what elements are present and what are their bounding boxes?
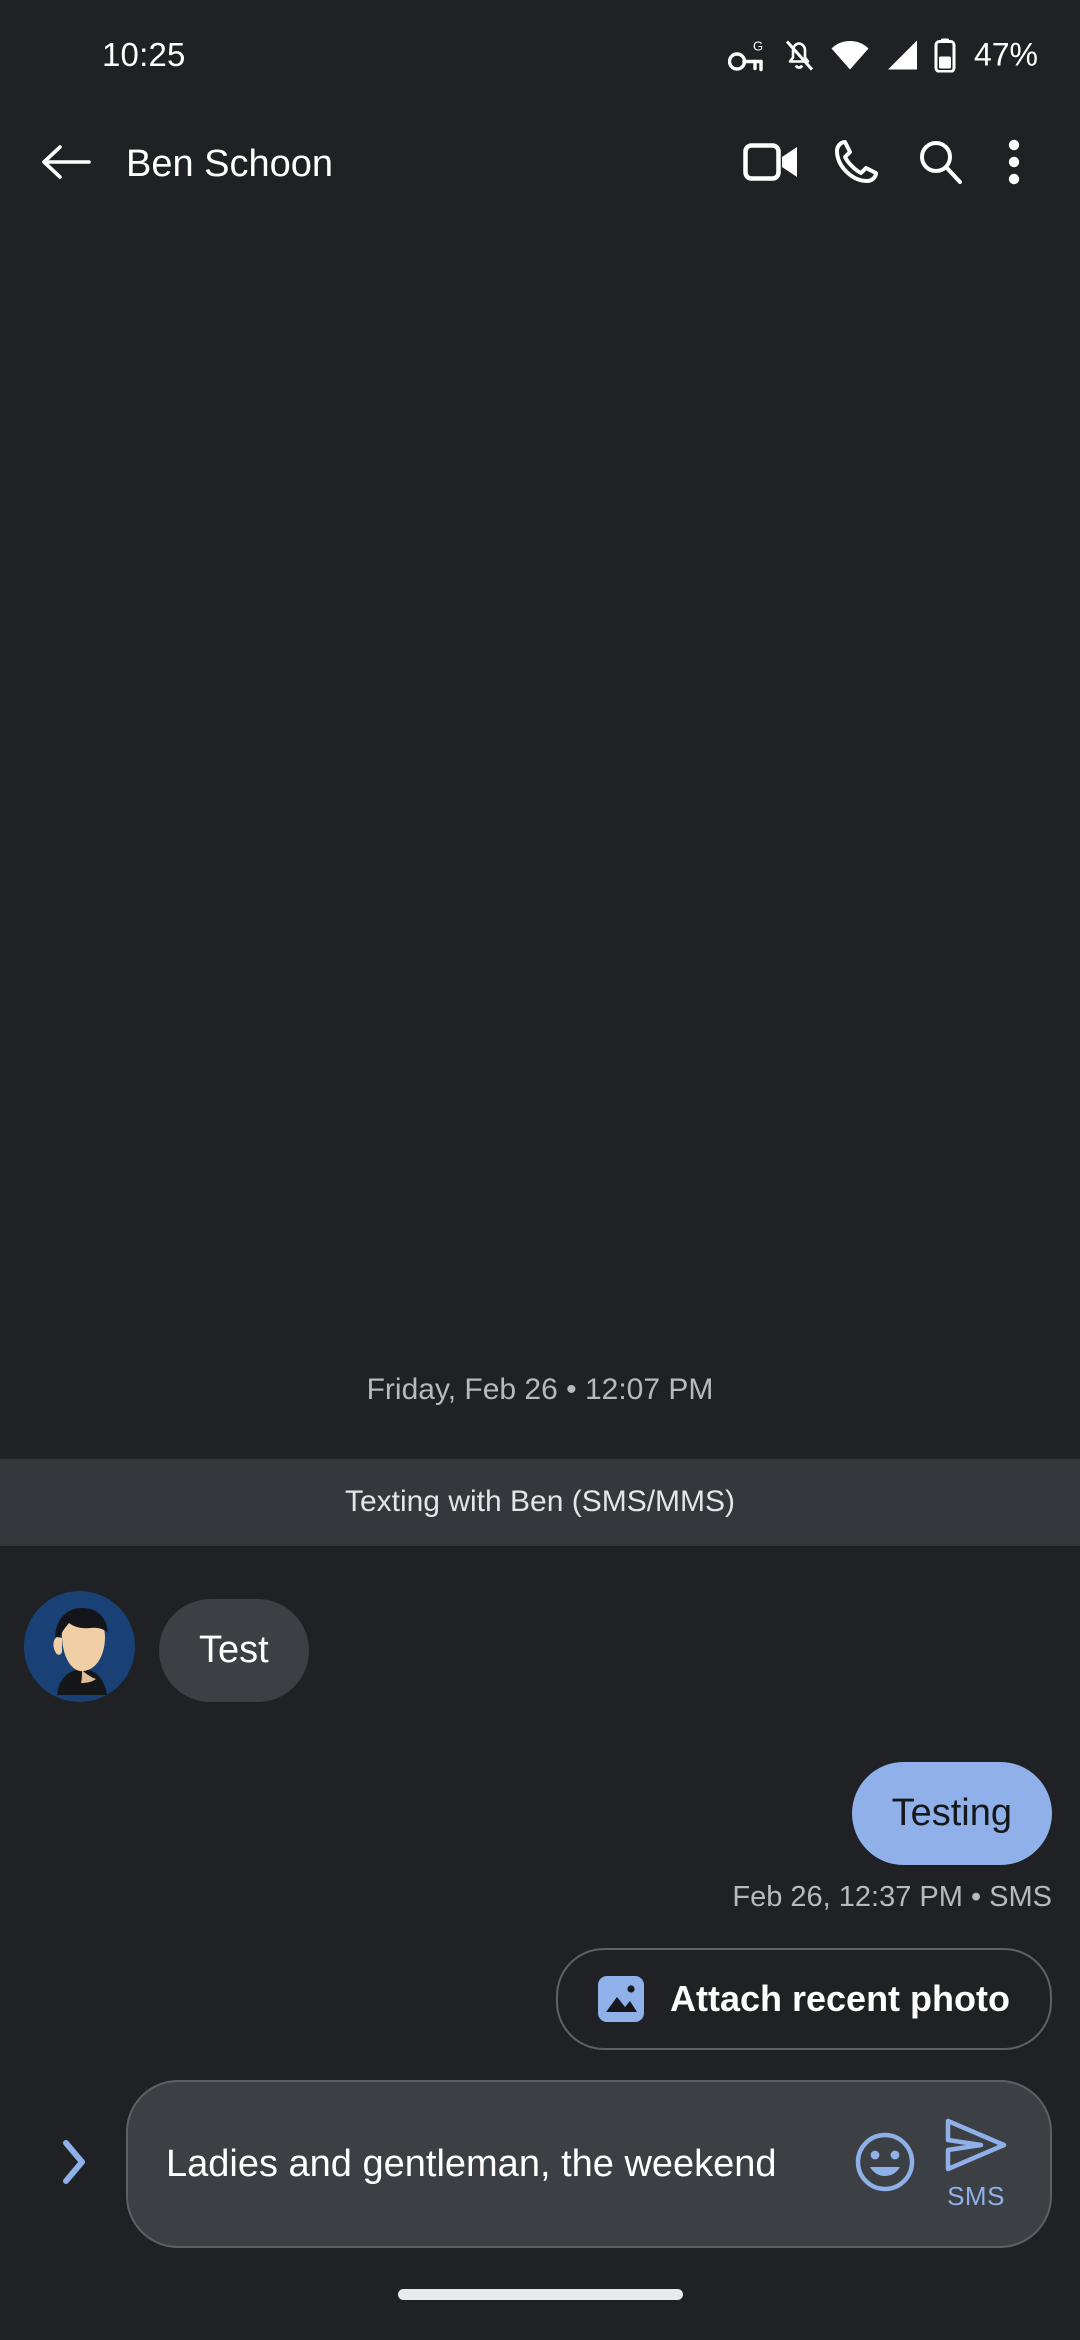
conversation-app-bar: Ben Schoon	[0, 110, 1080, 218]
compose-bar: Ladies and gentleman, the weekend SMS	[0, 2050, 1080, 2248]
service-type-banner: Texting with Ben (SMS/MMS)	[0, 1459, 1080, 1546]
gesture-nav-bar	[0, 2248, 1080, 2340]
photo-image-icon	[597, 1976, 644, 2022]
message-bubble-incoming[interactable]: Test	[159, 1599, 309, 1702]
send-button-label: SMS	[947, 2181, 1005, 2211]
chevron-right-icon	[59, 2137, 89, 2192]
suggestion-chip-row: Attach recent photo	[0, 1914, 1080, 2050]
page-title: Ben Schoon	[126, 142, 334, 185]
svg-text:G: G	[753, 38, 763, 53]
message-thread[interactable]: Friday, Feb 26 • 12:07 PM Texting with B…	[0, 218, 1080, 2050]
home-gesture-pill[interactable]	[397, 2288, 683, 2300]
wifi-icon	[830, 39, 870, 71]
arrow-back-icon	[40, 141, 92, 188]
status-bar-icons: G 47%	[727, 36, 1038, 74]
messages-conversation-screen: 10:25 G 47% Ben Schoon Friday, Feb 26 • …	[0, 0, 1080, 2340]
message-status-timestamp: Feb 26, 12:37 PM • SMS	[732, 1881, 1052, 1913]
emoji-smiley-icon	[854, 2131, 916, 2198]
emoji-button[interactable]	[846, 2125, 924, 2203]
notifications-off-icon	[782, 37, 816, 73]
send-button[interactable]: SMS	[924, 2116, 1028, 2212]
avatar[interactable]	[24, 1591, 135, 1702]
video-call-button[interactable]	[730, 122, 814, 206]
battery-icon	[934, 38, 956, 72]
message-row-incoming[interactable]: Test	[0, 1591, 1080, 1702]
attach-recent-photo-label: Attach recent photo	[669, 1978, 1010, 2019]
day-divider-timestamp: Friday, Feb 26 • 12:07 PM	[366, 1373, 714, 1406]
phone-call-icon	[832, 138, 880, 191]
overflow-menu-button[interactable]	[982, 122, 1046, 206]
search-icon	[916, 138, 964, 191]
overflow-menu-icon	[1007, 138, 1021, 191]
attach-recent-photo-chip[interactable]: Attach recent photo	[555, 1948, 1052, 2050]
status-bar-clock: 10:25	[102, 36, 186, 73]
battery-percent-label: 47%	[973, 36, 1038, 73]
phone-call-button[interactable]	[814, 122, 898, 206]
send-arrow-icon	[943, 2116, 1009, 2179]
back-button[interactable]	[28, 126, 104, 202]
expand-actions-button[interactable]	[28, 2118, 120, 2210]
search-button[interactable]	[898, 122, 982, 206]
message-row-outgoing[interactable]: Testing	[0, 1762, 1080, 1865]
video-call-icon	[743, 141, 801, 188]
status-bar: 10:25 G 47%	[0, 0, 1080, 110]
message-input-container[interactable]: Ladies and gentleman, the weekend SMS	[126, 2080, 1052, 2248]
message-bubble-outgoing[interactable]: Testing	[851, 1762, 1052, 1865]
vpn-key-icon: G	[727, 38, 768, 72]
message-input[interactable]: Ladies and gentleman, the weekend	[166, 2139, 846, 2189]
cell-signal-icon	[884, 39, 920, 71]
